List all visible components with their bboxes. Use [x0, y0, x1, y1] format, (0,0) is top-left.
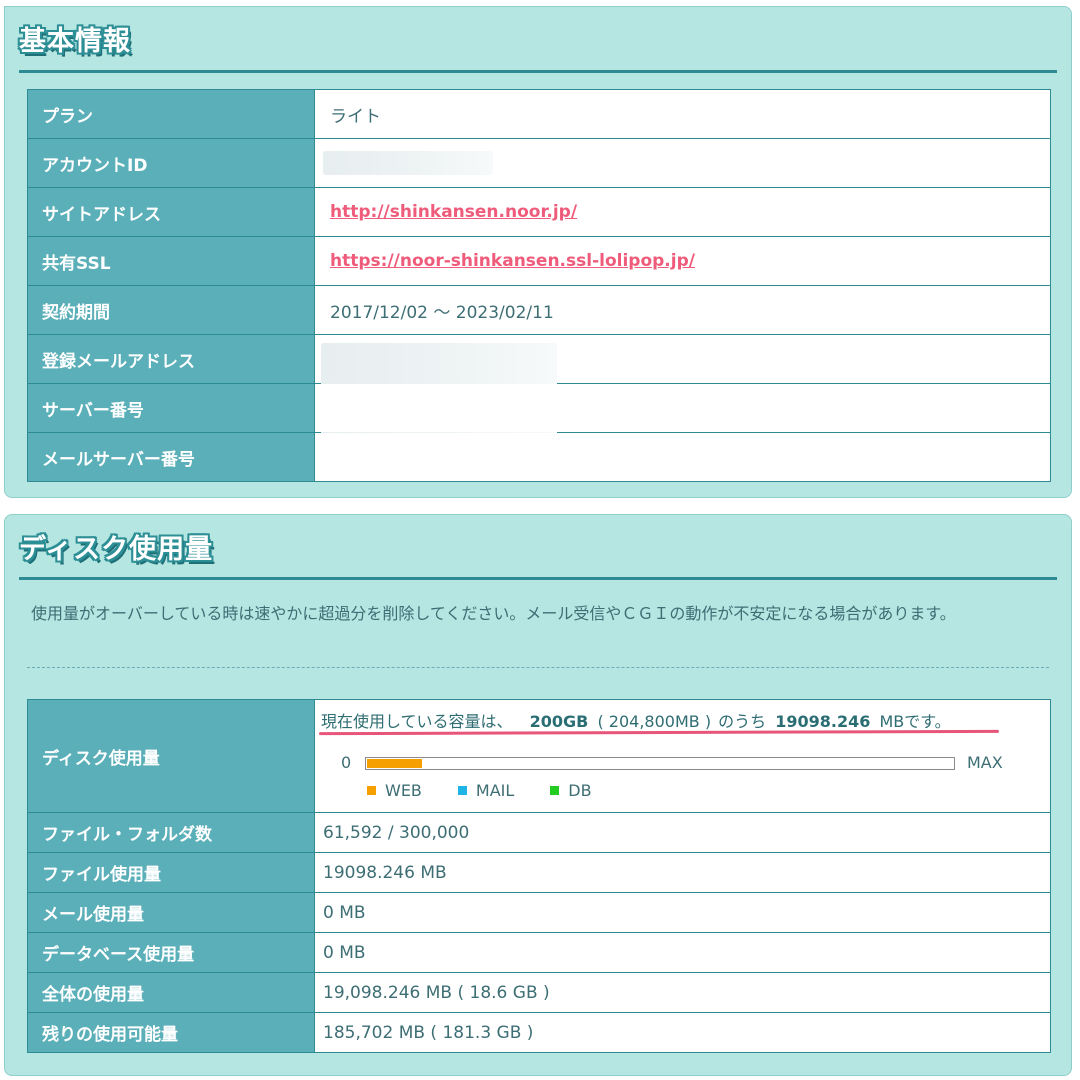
usage-suffix: MBです。	[879, 712, 951, 731]
email-value	[314, 334, 1051, 471]
legend-item-mail: MAIL	[457, 781, 515, 800]
mail-swatch	[457, 786, 467, 795]
shared-ssl-cell: https://noor-shinkansen.ssl-lolipop.jp/	[314, 236, 1051, 286]
legend-label: MAIL	[475, 781, 515, 800]
basic-info-panel: 基本情報 プラン ライト アカウントID サイトアドレス http://shin…	[4, 6, 1072, 498]
table-row: サイトアドレス http://shinkansen.noor.jp/	[27, 187, 1051, 237]
site-address-link[interactable]: http://shinkansen.noor.jp/	[330, 202, 577, 222]
row-label-mail-usage: メール使用量	[27, 892, 315, 933]
usage-bar-web-fill	[367, 759, 422, 768]
shared-ssl-link[interactable]: https://noor-shinkansen.ssl-lolipop.jp/	[330, 251, 695, 271]
legend-item-db: DB	[550, 781, 592, 800]
table-row: 残りの使用可能量 185,702 MB ( 181.3 GB )	[27, 1012, 1051, 1053]
table-row: ファイル・フォルダ数 61,592 / 300,000	[27, 812, 1051, 853]
title-divider	[19, 577, 1057, 580]
bar-min-label: 0	[341, 753, 352, 772]
row-label-file-usage: ファイル使用量	[27, 852, 315, 893]
row-label-remaining: 残りの使用可能量	[27, 1012, 315, 1053]
table-row: メール使用量 0 MB	[27, 892, 1051, 933]
row-label-site-address: サイトアドレス	[27, 187, 315, 237]
title-divider	[19, 70, 1057, 73]
dashed-divider	[27, 667, 1049, 668]
row-label-email: 登録メールアドレス	[27, 334, 315, 384]
web-swatch	[367, 786, 376, 795]
usage-bar	[365, 757, 955, 770]
table-row: メールサーバー番号	[27, 432, 1051, 482]
table-row: データベース使用量 0 MB	[27, 932, 1051, 973]
row-label-db-usage: データベース使用量	[27, 932, 315, 973]
db-usage-value: 0 MB	[314, 932, 1051, 973]
table-row: 契約期間 2017/12/02 ～ 2023/02/11	[27, 285, 1051, 335]
usage-legend: WEB MAIL DB	[367, 781, 592, 800]
basic-info-table: プラン ライト アカウントID サイトアドレス http://shinkanse…	[27, 89, 1051, 482]
file-usage-value: 19098.246 MB	[314, 852, 1051, 893]
mail-usage-value: 0 MB	[314, 892, 1051, 933]
table-row: ディスク使用量 現在使用している容量は、 200GB ( 204,800MB )…	[27, 699, 1051, 813]
row-label-disk-usage: ディスク使用量	[27, 699, 315, 813]
row-label-contract-period: 契約期間	[27, 285, 315, 335]
disk-usage-title: ディスク使用量	[19, 534, 214, 565]
mail-server-number-value	[314, 432, 1051, 482]
table-row: 共有SSL https://noor-shinkansen.ssl-lolipo…	[27, 236, 1051, 286]
legend-item-web: WEB	[367, 781, 422, 800]
remaining-value: 185,702 MB ( 181.3 GB )	[314, 1012, 1051, 1053]
row-label-plan: プラン	[27, 89, 315, 139]
redacted-account-id	[323, 151, 493, 175]
row-label-total-usage: 全体の使用量	[27, 972, 315, 1013]
db-swatch	[550, 786, 560, 795]
disk-usage-table: ディスク使用量 現在使用している容量は、 200GB ( 204,800MB )…	[27, 699, 1051, 1053]
legend-label: DB	[568, 781, 592, 800]
file-folder-count-value: 61,592 / 300,000	[314, 812, 1051, 853]
account-id-value	[314, 138, 1051, 188]
usage-middle: のうち	[718, 712, 767, 731]
table-row: サーバー番号	[27, 383, 1051, 433]
table-row: 登録メールアドレス	[27, 334, 1051, 471]
table-row: ファイル使用量 19098.246 MB	[27, 852, 1051, 893]
site-address-cell: http://shinkansen.noor.jp/	[314, 187, 1051, 237]
capacity-gb: 200GB	[529, 712, 589, 731]
table-row: アカウントID	[27, 138, 1051, 188]
row-label-server-number: サーバー番号	[27, 383, 315, 433]
row-label-mail-server-number: メールサーバー番号	[27, 432, 315, 482]
row-label-account-id: アカウントID	[27, 138, 315, 188]
used-mb: 19098.246	[775, 712, 871, 731]
basic-info-title: 基本情報	[19, 26, 131, 57]
table-row: 全体の使用量 19,098.246 MB ( 18.6 GB )	[27, 972, 1051, 1013]
total-usage-value: 19,098.246 MB ( 18.6 GB )	[314, 972, 1051, 1013]
server-number-value	[314, 383, 1051, 433]
capacity-mb: ( 204,800MB )	[597, 712, 712, 731]
row-label-file-folder-count: ファイル・フォルダ数	[27, 812, 315, 853]
usage-notice: 使用量がオーバーしている時は速やかに超過分を削除してください。メール受信やＣＧＩ…	[31, 604, 956, 623]
contract-period-value: 2017/12/02 ～ 2023/02/11	[314, 285, 1051, 335]
bar-max-label: MAX	[967, 753, 1003, 772]
usage-prefix: 現在使用している容量は、	[321, 712, 513, 731]
table-row: プラン ライト	[27, 89, 1051, 139]
disk-usage-cell: 現在使用している容量は、 200GB ( 204,800MB ) のうち 190…	[314, 699, 1051, 813]
disk-usage-panel: ディスク使用量 使用量がオーバーしている時は速やかに超過分を削除してください。メ…	[4, 514, 1072, 1076]
plan-value: ライト	[314, 89, 1051, 139]
legend-label: WEB	[385, 781, 422, 800]
usage-summary: 現在使用している容量は、 200GB ( 204,800MB ) のうち 190…	[321, 708, 951, 732]
row-label-shared-ssl: 共有SSL	[27, 236, 315, 286]
